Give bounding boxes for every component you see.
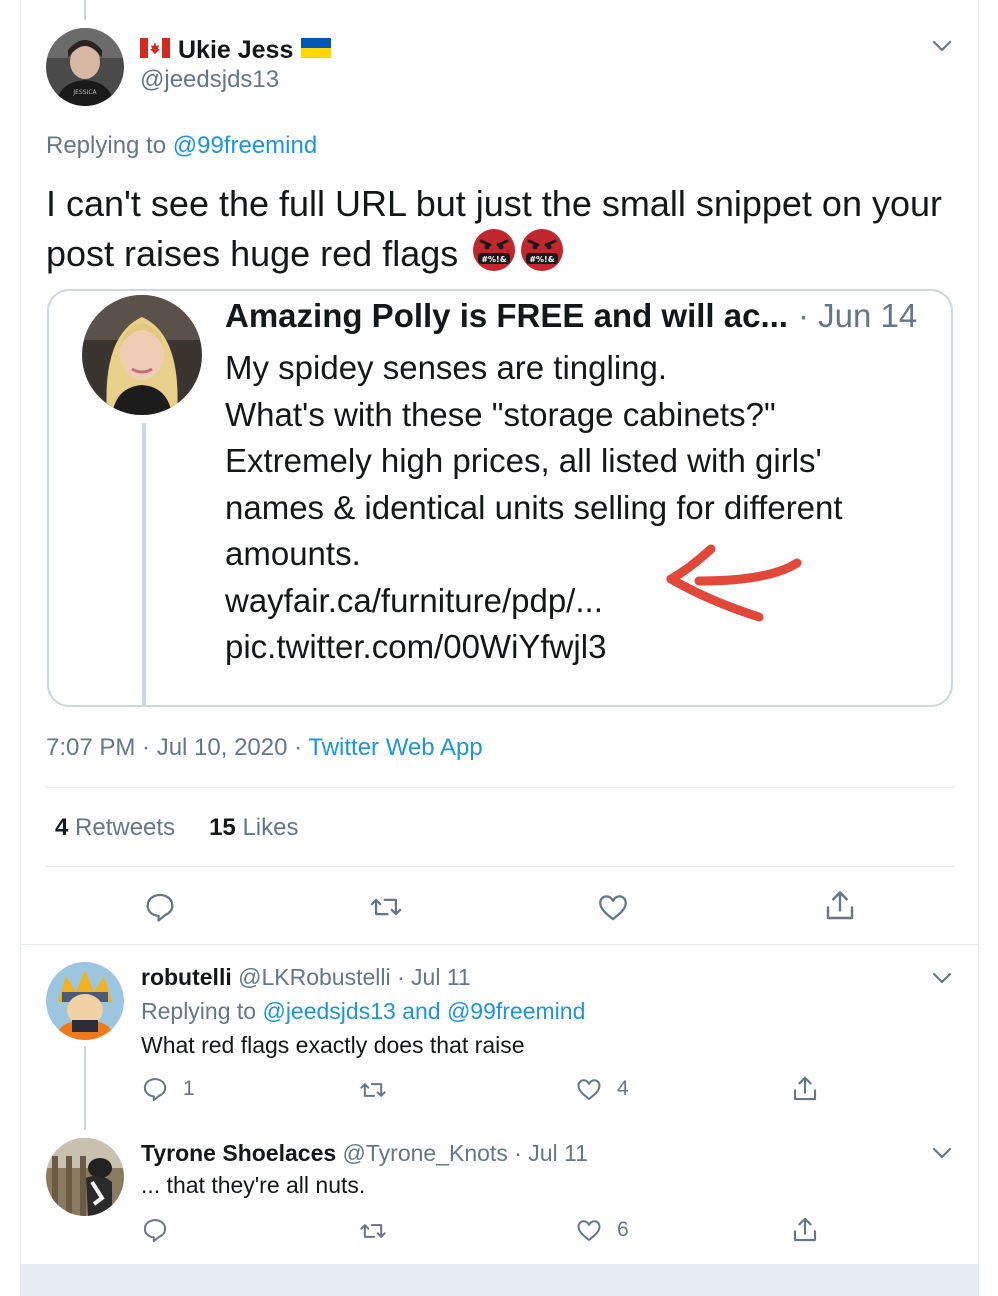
avatar-robutelli[interactable] [46, 962, 124, 1040]
quoted-tweet-card[interactable]: Amazing Polly is FREE and will ac... · J… [47, 289, 953, 707]
divider [21, 944, 978, 945]
replying-prefix: Replying to [46, 132, 167, 159]
chevron-down-icon[interactable] [930, 34, 954, 58]
reply-icon [143, 1078, 167, 1102]
share-button[interactable] [790, 1215, 820, 1245]
like-count: 4 [617, 1077, 629, 1100]
retweet-icon [360, 1083, 386, 1097]
tweet-timestamp-line: 7:07 PM · Jul 10, 2020 · Twitter Web App [46, 734, 483, 762]
share-button[interactable] [822, 888, 858, 924]
engagement-stats: 4 Retweets 15 Likes [55, 814, 298, 842]
reply-handle-date[interactable]: @LKRobustelli · Jul 11 [238, 964, 471, 990]
quoted-tweet-text: My spidey senses are tingling. What's wi… [225, 349, 843, 665]
like-icon [577, 1220, 601, 1241]
reply-button[interactable]: 1 [141, 1075, 195, 1103]
retweet-button[interactable] [359, 1217, 401, 1245]
angry-emoji-icon: #%!& [520, 228, 564, 272]
likes-label: Likes [242, 814, 299, 841]
replying-to-line: Replying to @99freemind [46, 132, 317, 160]
reply-count: 1 [183, 1077, 195, 1100]
like-button[interactable]: 4 [575, 1075, 629, 1103]
reply-text: ... that they're all nuts. [141, 1172, 366, 1198]
replying-to-link[interactable]: @99freemind [173, 132, 317, 159]
author-name-row[interactable]: Ukie Jess [140, 36, 332, 65]
like-icon [577, 1079, 601, 1100]
divider [46, 787, 954, 788]
avatar-amazing-polly[interactable] [82, 295, 202, 415]
angry-emoji-icon: #%!& [472, 228, 516, 272]
share-icon [793, 1076, 817, 1101]
retweet-icon [360, 1224, 386, 1238]
share-button[interactable] [790, 1074, 820, 1104]
chevron-down-icon[interactable] [930, 966, 954, 990]
retweets-label: Retweets [75, 814, 176, 841]
author-handle[interactable]: @jeedsjds13 [140, 66, 279, 94]
thread-connector-top [84, 0, 86, 20]
canada-flag-icon [140, 36, 170, 65]
quoted-author-name[interactable]: Amazing Polly is FREE and will ac... [225, 297, 788, 335]
retweets-stat[interactable]: 4 Retweets [55, 814, 175, 842]
reply-author-name[interactable]: robutelli [141, 964, 232, 990]
likes-stat[interactable]: 15 Likes [209, 814, 298, 842]
divider [46, 866, 954, 867]
page-bottom-strip [20, 1264, 979, 1296]
ukraine-flag-icon [301, 36, 332, 65]
retweet-button[interactable] [359, 1076, 401, 1104]
likes-count: 15 [209, 814, 236, 841]
tweet-source[interactable]: Twitter Web App [308, 734, 482, 761]
quoted-tweet-date[interactable]: · Jun 14 [798, 297, 917, 335]
reply-handle-date[interactable]: @Tyrone_Knots · Jul 11 [343, 1140, 588, 1166]
reply-text: What red flags exactly does that raise [141, 1032, 525, 1058]
svg-text:JESSICA: JESSICA [72, 89, 97, 96]
svg-text:#%!&: #%!& [530, 255, 555, 264]
reply-header: Tyrone Shoelaces @Tyrone_Knots · Jul 11 [141, 1140, 588, 1167]
reply-button[interactable] [141, 1216, 183, 1244]
tweet-body: I can't see the full URL but just the sm… [46, 180, 946, 278]
reply-header: robutelli @LKRobustelli · Jul 11 [141, 964, 471, 991]
quoted-tweet-header: Amazing Polly is FREE and will ac... · J… [225, 297, 917, 335]
chevron-down-icon[interactable] [930, 1141, 954, 1165]
share-icon [793, 1217, 817, 1242]
tweet-timestamp[interactable]: 7:07 PM · Jul 10, 2020 · [46, 734, 308, 761]
reply-button[interactable] [143, 890, 177, 924]
like-icon [599, 895, 627, 921]
quoted-tweet-thread-line [142, 423, 146, 707]
reply-icon [143, 1219, 167, 1243]
reply-thread-connector [84, 1046, 86, 1130]
reply-author-name[interactable]: Tyrone Shoelaces [141, 1140, 336, 1166]
avatar-ukie-jess[interactable]: JESSICA [46, 28, 124, 106]
replying-prefix: Replying to [141, 998, 257, 1024]
replying-to-link[interactable]: @jeedsjds13 and @99freemind [262, 998, 585, 1024]
share-icon [826, 891, 854, 920]
like-button[interactable] [596, 890, 630, 924]
author-display-name[interactable]: Ukie Jess [178, 36, 293, 65]
red-arrow-annotation [649, 541, 809, 631]
retweet-icon [370, 898, 402, 916]
like-count: 6 [617, 1218, 629, 1241]
retweet-button[interactable] [369, 890, 403, 924]
reply-replying-to-line: Replying to @jeedsjds13 and @99freemind [141, 998, 585, 1025]
avatar-tyrone-shoelaces[interactable] [46, 1138, 124, 1216]
like-button[interactable]: 6 [575, 1216, 629, 1244]
retweets-count: 4 [55, 814, 69, 841]
svg-text:#%!&: #%!& [482, 255, 507, 264]
reply-icon [146, 893, 174, 922]
